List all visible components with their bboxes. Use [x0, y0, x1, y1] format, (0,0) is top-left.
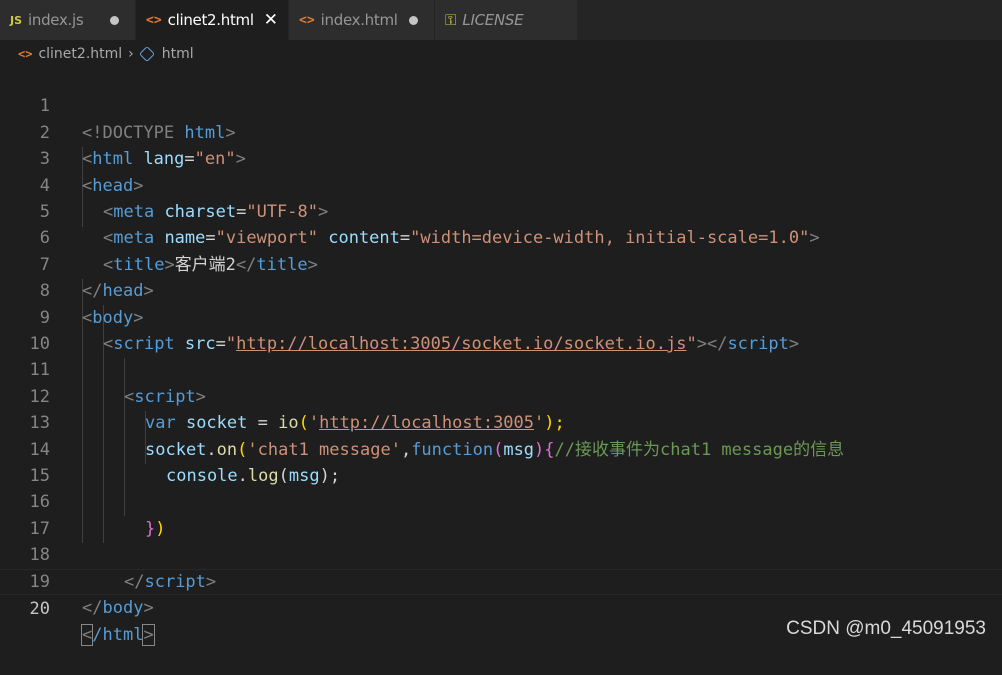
- tab-label: LICENSE: [462, 11, 524, 29]
- breadcrumb: <> clinet2.html › html: [0, 40, 1002, 68]
- code-line[interactable]: 12 var socket = io('http://localhost:300…: [0, 357, 1002, 433]
- code-token: </: [82, 598, 103, 618]
- code-token: >: [142, 624, 155, 647]
- tab-label: index.js: [28, 11, 84, 29]
- code-line[interactable]: 1 <!DOCTYPE html>: [0, 67, 1002, 142]
- code-line[interactable]: 9 <script src="http://localhost:3005/soc…: [0, 278, 1002, 354]
- code-line-current[interactable]: 20 </html>: [0, 568, 1002, 647]
- breadcrumb-file[interactable]: clinet2.html: [38, 46, 122, 62]
- code-token: /html: [92, 625, 144, 646]
- tab-label: clinet2.html: [167, 11, 254, 29]
- code-line[interactable]: 13 socket.on('chat1 message',function(ms…: [0, 384, 1002, 459]
- watermark: CSDN @m0_45091953: [786, 618, 986, 639]
- code-line[interactable]: 14 console.log(msg);: [0, 410, 1002, 486]
- html-file-icon: <>: [18, 47, 33, 61]
- code-line[interactable]: 7 </head>: [0, 225, 1002, 301]
- code-line[interactable]: 19 </body>: [0, 542, 1002, 618]
- code-line[interactable]: 11 <script>: [0, 331, 1002, 406]
- code-line[interactable]: 17: [0, 489, 1002, 539]
- code-token: <: [80, 624, 94, 647]
- tab-label: index.html: [320, 11, 398, 29]
- code-line[interactable]: 6 <title>客户端2</title>: [0, 199, 1002, 274]
- tab-license[interactable]: ⚿ LICENSE: [435, 0, 578, 40]
- tab-index-html[interactable]: <> index.html: [289, 0, 435, 40]
- code-line[interactable]: 18 </script>: [0, 516, 1002, 591]
- line-number: 20: [29, 599, 50, 619]
- chevron-right-icon: ›: [128, 46, 134, 62]
- symbol-element-icon: [138, 46, 155, 62]
- tab-index-js[interactable]: JS index.js: [0, 0, 136, 40]
- unsaved-dot-icon[interactable]: [110, 15, 119, 25]
- code-line[interactable]: 10: [0, 305, 1002, 354]
- js-file-icon: JS: [10, 13, 23, 27]
- editor-tab-bar: JS index.js <> clinet2.html ✕ <> index.h…: [0, 0, 1002, 40]
- close-icon[interactable]: ✕: [264, 10, 278, 30]
- code-line[interactable]: 2 <html lang="en">: [0, 93, 1002, 169]
- code-line[interactable]: 5 <meta name="viewport" content="width=d…: [0, 173, 1002, 248]
- code-token: body: [102, 598, 144, 618]
- unsaved-dot-icon[interactable]: [409, 15, 418, 25]
- code-token: >: [143, 598, 154, 618]
- code-line[interactable]: 8 <body>: [0, 252, 1002, 327]
- code-line[interactable]: 3 <head>: [0, 120, 1002, 195]
- code-line[interactable]: 4 <meta charset="UTF-8">: [0, 146, 1002, 222]
- code-line[interactable]: 16 }): [0, 463, 1002, 538]
- html-file-icon: <>: [299, 12, 315, 28]
- code-line[interactable]: 15: [0, 437, 1002, 486]
- key-icon: ⚿: [445, 11, 457, 29]
- html-file-icon: <>: [146, 12, 162, 28]
- tab-clinet2-html[interactable]: <> clinet2.html ✕: [136, 0, 289, 40]
- breadcrumb-element[interactable]: html: [162, 46, 194, 62]
- code-editor[interactable]: 1 <!DOCTYPE html> 2 <html lang="en"> 3 <…: [0, 67, 1002, 647]
